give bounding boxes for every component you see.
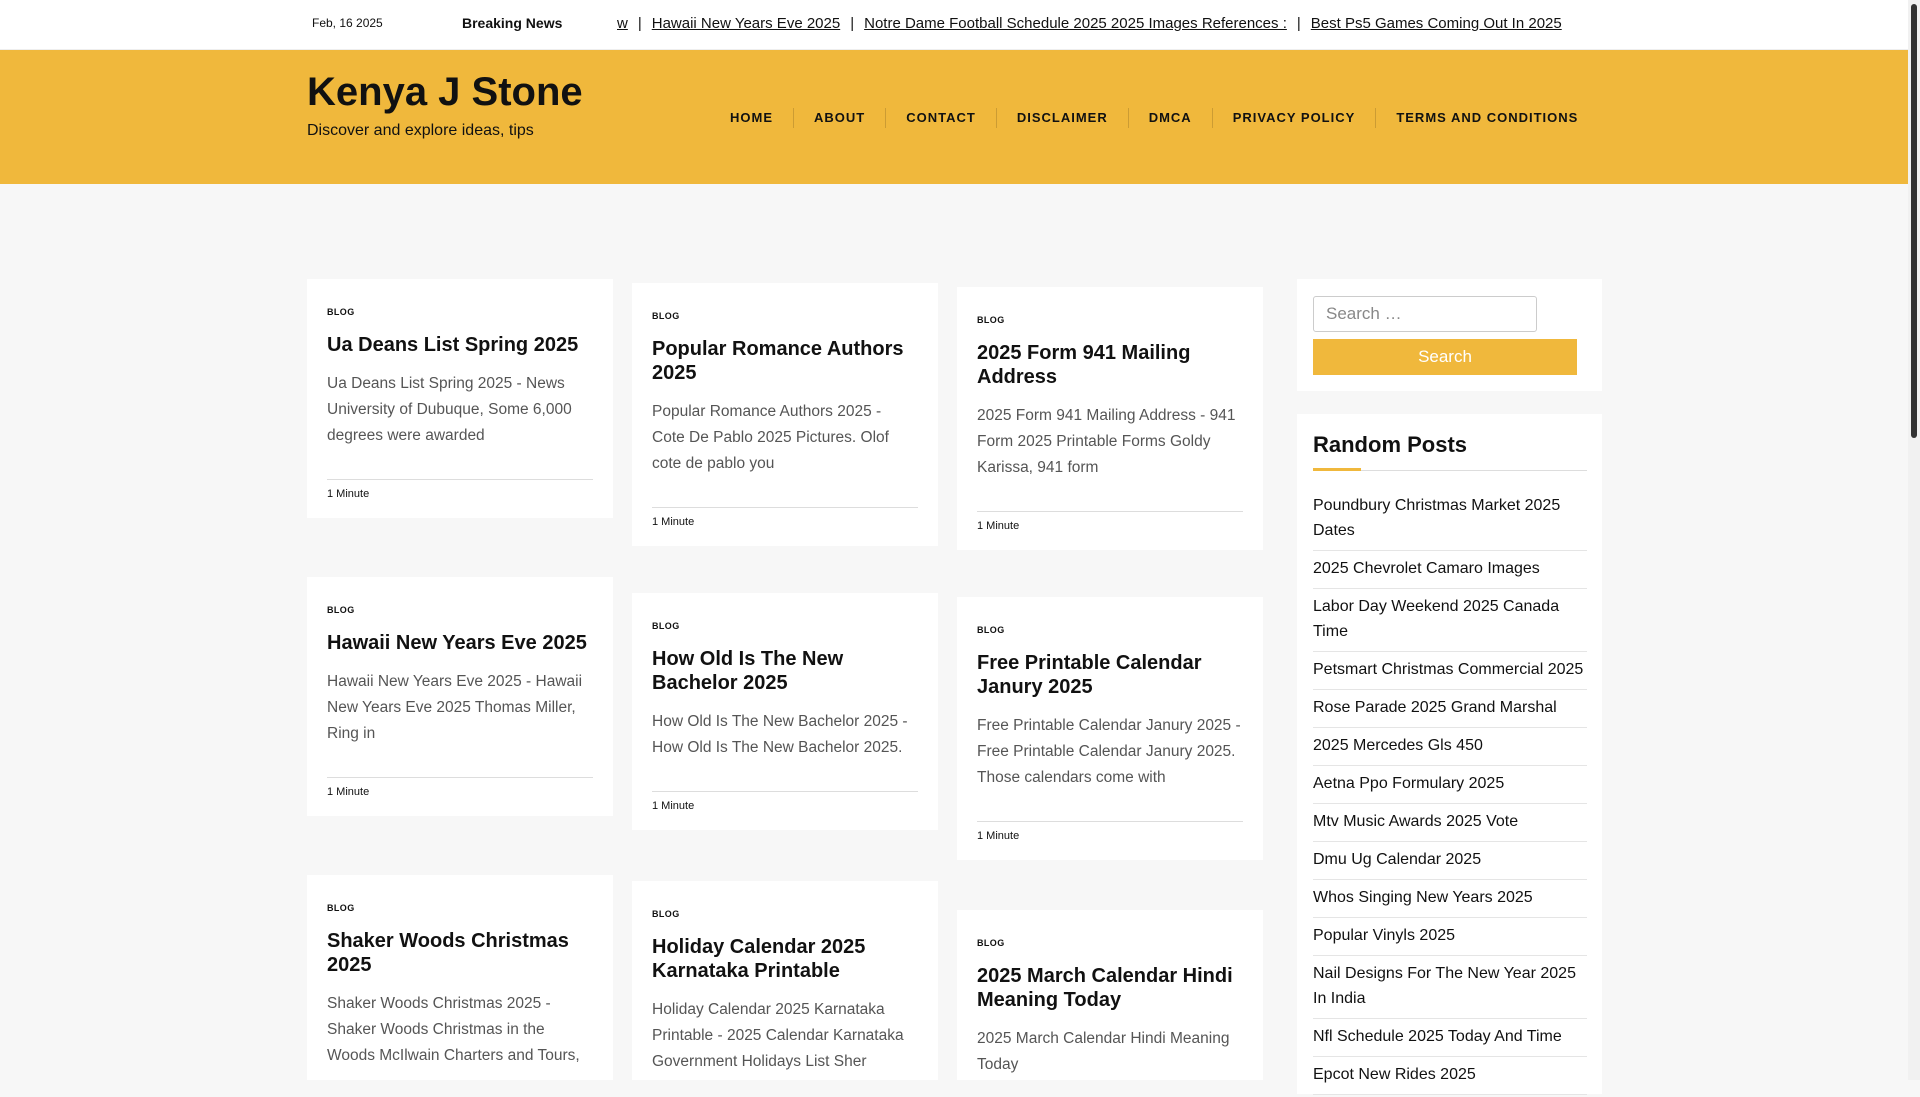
random-post-link[interactable]: Labor Day Weekend 2025 Canada Time: [1313, 591, 1587, 652]
divider: [652, 507, 918, 508]
post-category[interactable]: BLOG: [652, 311, 918, 321]
post-title[interactable]: 2025 Form 941 Mailing Address: [977, 341, 1243, 389]
nav-home[interactable]: HOME: [710, 108, 794, 128]
divider: [327, 479, 593, 480]
main-nav: HOME ABOUT CONTACT DISCLAIMER DMCA PRIVA…: [710, 108, 1598, 128]
random-post-link[interactable]: Dmu Ug Calendar 2025: [1313, 844, 1587, 880]
random-post-link[interactable]: Nfl Schedule 2025 Today And Time: [1313, 1021, 1587, 1057]
post-excerpt: 2025 Form 941 Mailing Address - 941 Form…: [977, 407, 1236, 476]
nav-contact[interactable]: CONTACT: [886, 108, 997, 128]
ticker-link[interactable]: Best Ps5 Games Coming Out In 2025: [1311, 15, 1562, 32]
post-category[interactable]: BLOG: [977, 315, 1243, 325]
divider: [977, 511, 1243, 512]
read-time: 1 Minute: [977, 520, 1020, 532]
read-time: 1 Minute: [327, 488, 370, 500]
post-excerpt: Free Printable Calendar Janury 2025 - Fr…: [977, 717, 1241, 786]
random-post-link[interactable]: 2025 Mercedes Gls 450: [1313, 730, 1587, 766]
search-button[interactable]: Search: [1313, 339, 1577, 375]
search-input[interactable]: Search …: [1313, 296, 1537, 332]
post-title[interactable]: Hawaii New Years Eve 2025: [327, 631, 593, 655]
top-bar: Feb, 16 2025 Breaking News w | Hawaii New …: [0, 0, 1908, 50]
random-post-link[interactable]: Nail Designs For The New Year 2025 In In…: [1313, 958, 1587, 1019]
post-title[interactable]: Shaker Woods Christmas 2025: [327, 929, 593, 977]
random-post-link[interactable]: Epcot New Rides 2025: [1313, 1059, 1587, 1095]
ticker-link[interactable]: Hawaii New Years Eve 2025: [652, 15, 840, 32]
random-post-link[interactable]: Aetna Ppo Formulary 2025: [1313, 768, 1587, 804]
search-widget: Search … Search: [1297, 279, 1602, 391]
scrollbar-thumb[interactable]: [1911, 4, 1917, 438]
site-header: Kenya J Stone Discover and explore ideas…: [0, 50, 1908, 184]
post-card: BLOG Hawaii New Years Eve 2025 Hawaii Ne…: [307, 577, 613, 816]
nav-dmca[interactable]: DMCA: [1129, 108, 1213, 128]
read-time: 1 Minute: [652, 516, 695, 528]
post-category[interactable]: BLOG: [327, 903, 593, 913]
widget-heading: Random Posts: [1313, 432, 1468, 457]
post-excerpt: 2025 March Calendar Hindi Meaning Today: [977, 1030, 1230, 1073]
nav-disclaimer[interactable]: DISCLAIMER: [997, 108, 1129, 128]
random-post-link[interactable]: Petsmart Christmas Commercial 2025: [1313, 654, 1587, 690]
divider: [652, 791, 918, 792]
post-title[interactable]: How Old Is The New Bachelor 2025: [652, 647, 918, 695]
post-category[interactable]: BLOG: [327, 605, 593, 615]
post-category[interactable]: BLOG: [977, 625, 1243, 635]
post-excerpt: Ua Deans List Spring 2025 - News Univers…: [327, 375, 572, 444]
post-title[interactable]: 2025 March Calendar Hindi Meaning Today: [977, 964, 1243, 1012]
post-card: BLOG How Old Is The New Bachelor 2025 Ho…: [632, 593, 938, 830]
random-post-link[interactable]: Whos Singing New Years 2025: [1313, 882, 1587, 918]
post-card: BLOG Free Printable Calendar Janury 2025…: [957, 597, 1263, 860]
post-excerpt: Popular Romance Authors 2025 - Cote De P…: [652, 403, 889, 472]
random-post-link[interactable]: Mtv Music Awards 2025 Vote: [1313, 806, 1587, 842]
post-title[interactable]: Free Printable Calendar Janury 2025: [977, 651, 1243, 699]
post-card: BLOG Shaker Woods Christmas 2025 Shaker …: [307, 875, 613, 1080]
read-time: 1 Minute: [327, 786, 370, 798]
post-title[interactable]: Popular Romance Authors 2025: [652, 337, 918, 385]
post-excerpt: How Old Is The New Bachelor 2025 - How O…: [652, 713, 908, 756]
ticker-link[interactable]: Notre Dame Football Schedule 2025 2025 I…: [864, 15, 1287, 32]
post-card: BLOG Popular Romance Authors 2025 Popula…: [632, 283, 938, 546]
post-card: BLOG 2025 March Calendar Hindi Meaning T…: [957, 910, 1263, 1080]
random-post-link[interactable]: 2025 Chevrolet Camaro Images: [1313, 553, 1587, 589]
site-tagline: Discover and explore ideas, tips: [307, 122, 534, 139]
post-category[interactable]: BLOG: [652, 909, 918, 919]
post-card: BLOG 2025 Form 941 Mailing Address 2025 …: [957, 287, 1263, 550]
random-post-link[interactable]: Rose Parade 2025 Grand Marshal: [1313, 692, 1587, 728]
post-card: BLOG Ua Deans List Spring 2025 Ua Deans …: [307, 279, 613, 518]
ticker-link[interactable]: w: [617, 15, 628, 32]
site-title[interactable]: Kenya J Stone: [307, 70, 583, 115]
post-card: BLOG Holiday Calendar 2025 Karnataka Pri…: [632, 881, 938, 1080]
post-category[interactable]: BLOG: [977, 938, 1243, 948]
read-time: 1 Minute: [977, 830, 1020, 842]
post-title[interactable]: Ua Deans List Spring 2025: [327, 333, 593, 357]
random-posts-list: Poundbury Christmas Market 2025 Dates 20…: [1313, 490, 1587, 1097]
post-excerpt: Shaker Woods Christmas 2025 - Shaker Woo…: [327, 995, 580, 1064]
breaking-news-label: Breaking News: [462, 15, 563, 31]
divider: [977, 821, 1243, 822]
post-category[interactable]: BLOG: [327, 307, 593, 317]
read-time: 1 Minute: [652, 800, 695, 812]
post-title[interactable]: Holiday Calendar 2025 Karnataka Printabl…: [652, 935, 918, 983]
post-excerpt: Holiday Calendar 2025 Karnataka Printabl…: [652, 1001, 904, 1080]
random-post-link[interactable]: Popular Vinyls 2025: [1313, 920, 1587, 956]
nav-terms-and-conditions[interactable]: TERMS AND CONDITIONS: [1376, 108, 1598, 128]
page-scrollbar[interactable]: [1908, 0, 1920, 1080]
nav-about[interactable]: ABOUT: [794, 108, 887, 128]
breaking-news-ticker: w | Hawaii New Years Eve 2025 | Notre Dame F…: [617, 15, 1562, 32]
post-excerpt: Hawaii New Years Eve 2025 - Hawaii New Y…: [327, 673, 583, 742]
random-posts-widget: Random Posts Poundbury Christmas Market …: [1297, 414, 1602, 1097]
divider: [327, 777, 593, 778]
heading-accent: [1313, 468, 1361, 471]
current-date: Feb, 16 2025: [312, 16, 383, 30]
random-post-link[interactable]: Poundbury Christmas Market 2025 Dates: [1313, 490, 1587, 551]
nav-privacy-policy[interactable]: PRIVACY POLICY: [1213, 108, 1377, 128]
post-category[interactable]: BLOG: [652, 621, 918, 631]
